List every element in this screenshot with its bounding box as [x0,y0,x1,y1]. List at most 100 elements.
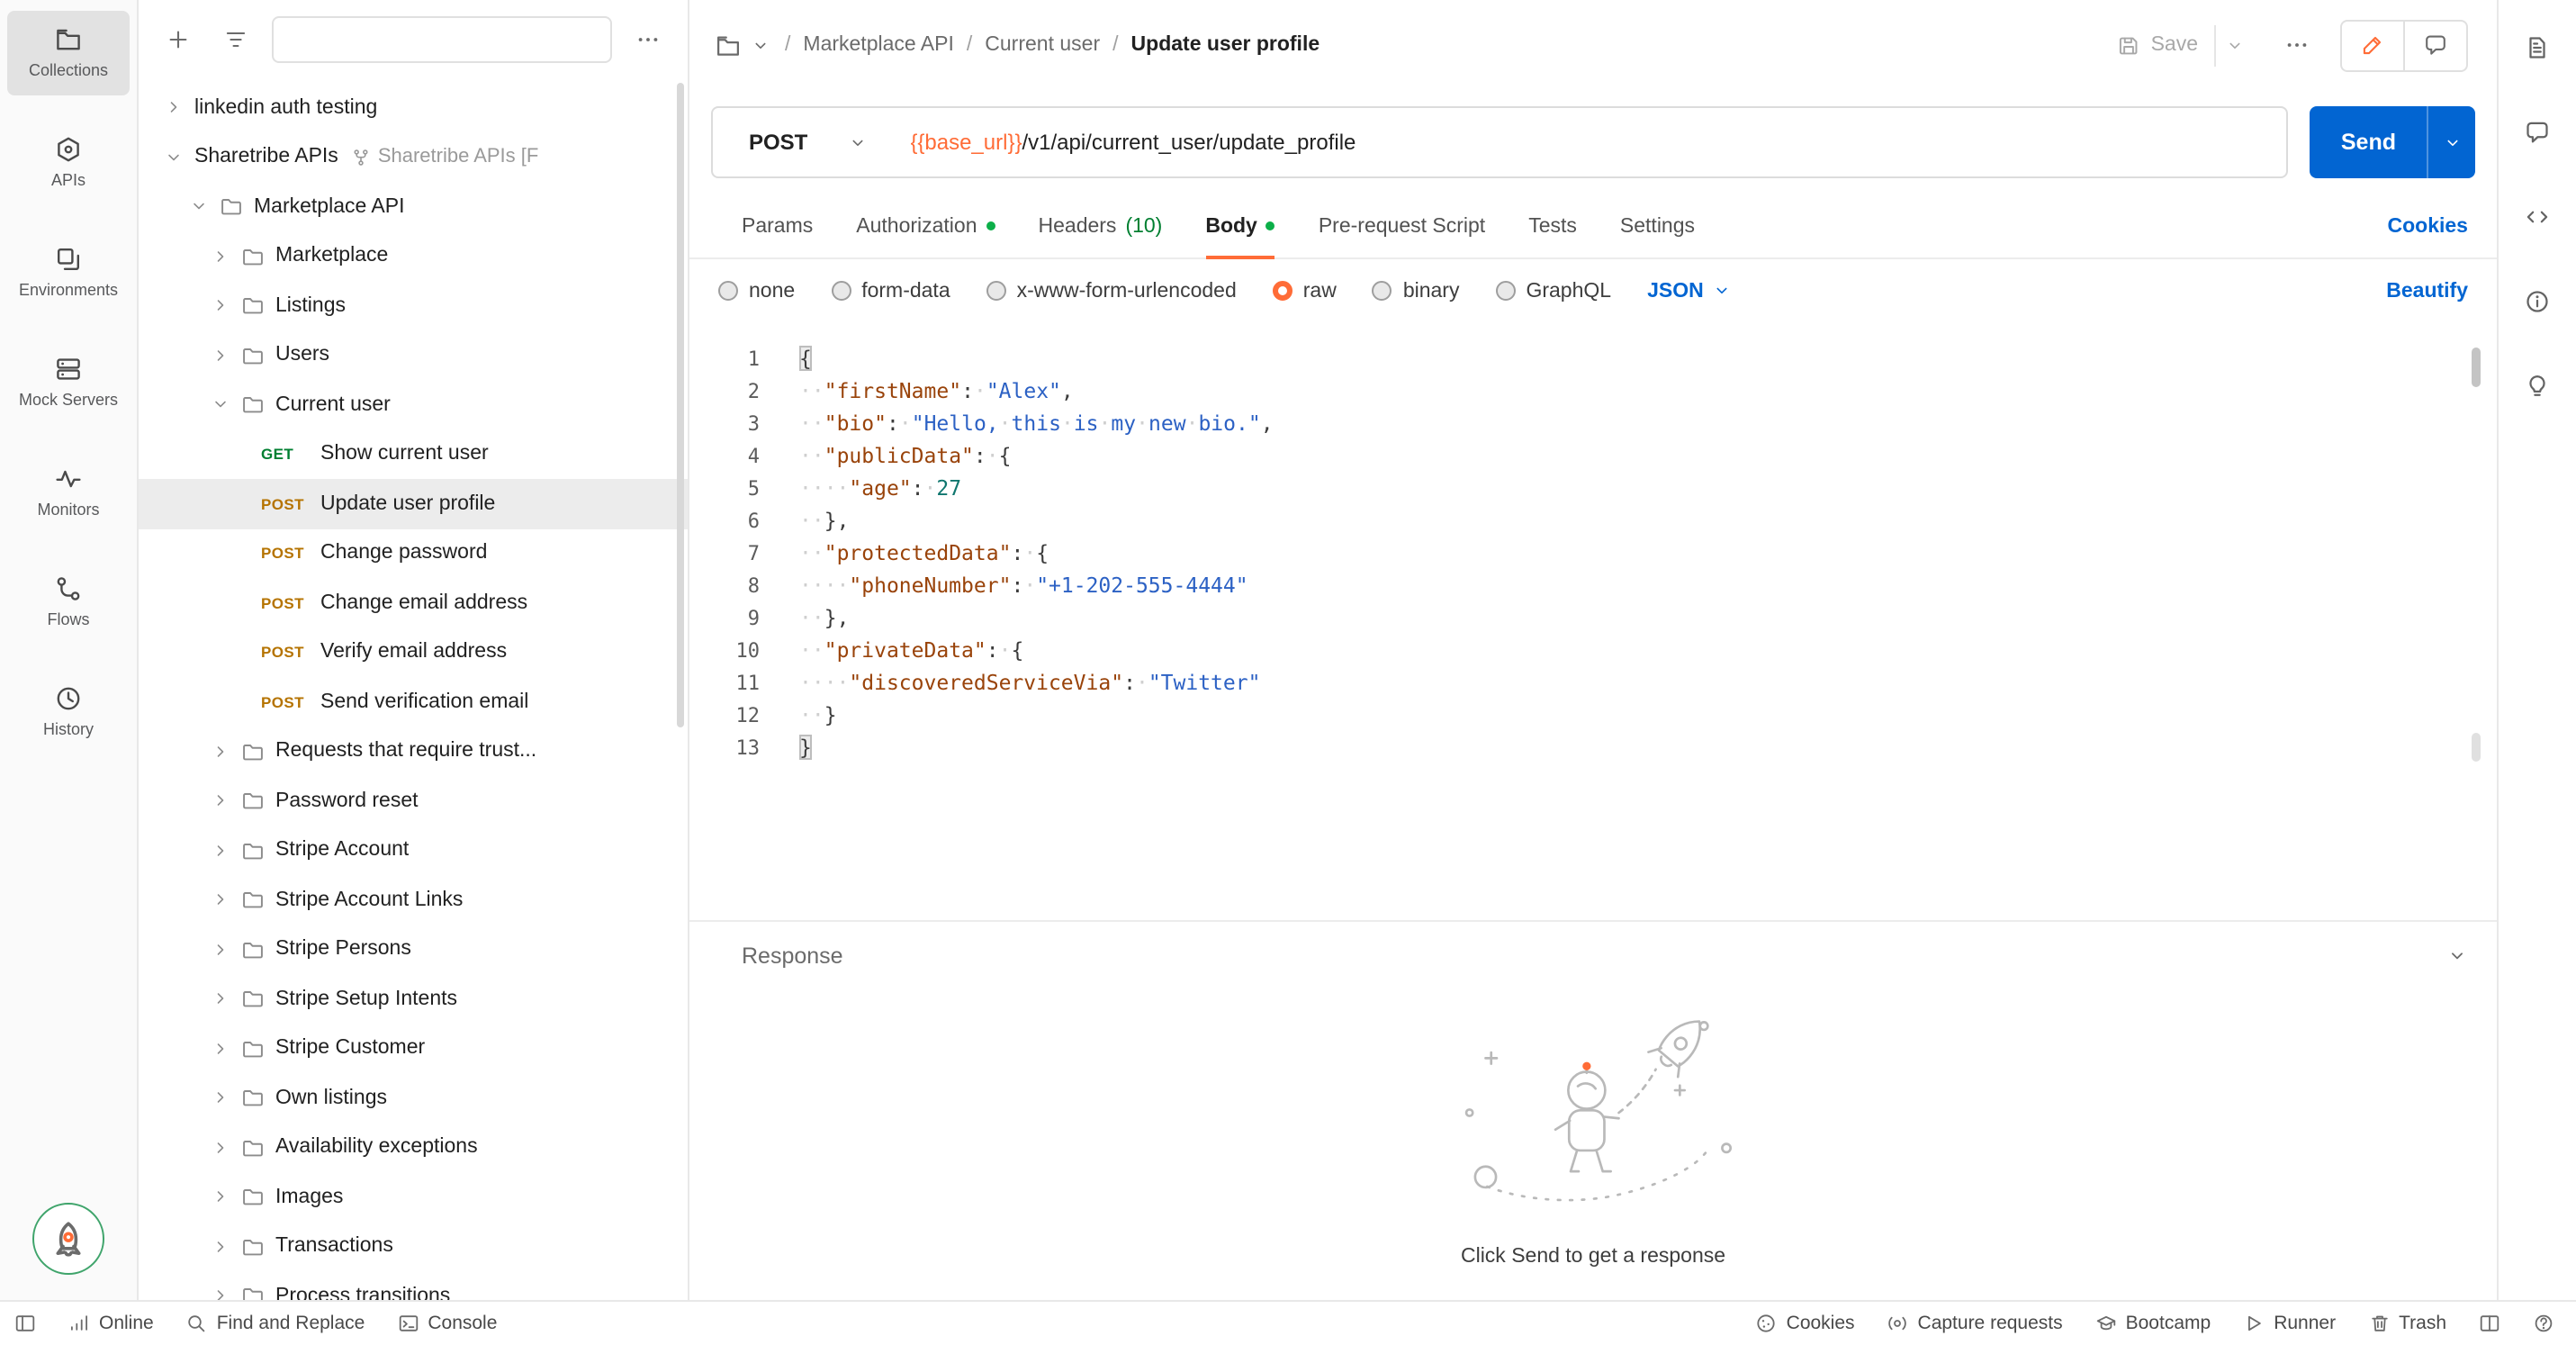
statusbar-trash[interactable]: Trash [2368,1313,2446,1334]
whitespace-dots: · [1135,670,1148,695]
cookies-link[interactable]: Cookies [2388,215,2469,237]
body-type-binary[interactable]: binary [1372,280,1459,302]
tree-item-linkedin-auth-testing[interactable]: linkedin auth testing [139,83,688,132]
code-snippet-button[interactable] [2521,200,2553,232]
editor-scrollbar[interactable] [2472,348,2481,387]
tree-item-marketplace[interactable]: Marketplace [139,231,688,281]
url-variable: {{base_url}} [910,130,1022,155]
collections-tree: linkedin auth testing Sharetribe APIs Shar… [139,79,688,1300]
response-header: Response [689,922,2497,990]
statusbar-capture-requests[interactable]: Capture requests [1887,1313,2063,1334]
sidebar-search-input[interactable] [272,16,612,63]
tree-item-stripe-account[interactable]: Stripe Account [139,826,688,875]
rail-item-environments[interactable]: Environments [7,230,130,315]
body-type-none[interactable]: none [718,280,795,302]
beautify-link[interactable]: Beautify [2386,280,2468,302]
rail-item-flows[interactable]: Flows [7,560,130,645]
whitespace-dots: · [1098,411,1112,436]
body-type-raw[interactable]: raw [1272,280,1337,302]
breadcrumb-item[interactable]: Current user [985,34,1100,56]
tree-item-stripe-persons[interactable]: Stripe Persons [139,925,688,974]
tree-item-sharetribe-apis[interactable]: Sharetribe APIs Sharetribe APIs [F [139,132,688,182]
fork-label: Sharetribe APIs [F [377,146,539,168]
learning-center-badge[interactable] [32,1203,104,1275]
tab-headers[interactable]: Headers (10) [1039,194,1163,257]
save-button[interactable]: Save [2101,24,2214,66]
statusbar-connection-status[interactable]: Online [68,1313,154,1334]
language-select[interactable]: JSON [1647,280,1733,302]
request-change-email-address[interactable]: POST Change email address [139,578,688,627]
tree-item-transactions[interactable]: Transactions [139,1222,688,1271]
request-update-user-profile[interactable]: POST Update user profile [139,479,688,528]
request-send-verification-email[interactable]: POST Send verification email [139,677,688,727]
tree-item-marketplace-api[interactable]: Marketplace API [139,182,688,231]
response-collapse-icon[interactable] [2446,945,2468,967]
tab-tests[interactable]: Tests [1528,194,1577,257]
tree-item-availability-exceptions[interactable]: Availability exceptions [139,1123,688,1172]
request-verify-email-address[interactable]: POST Verify email address [139,627,688,677]
tree-item-stripe-setup-intents[interactable]: Stripe Setup Intents [139,974,688,1024]
request-more-actions-button[interactable] [2275,23,2319,67]
folder-icon [241,1037,265,1061]
comments-button[interactable] [2405,21,2466,69]
tab-params[interactable]: Params [742,194,813,257]
statusbar-bootcamp[interactable]: Bootcamp [2095,1313,2211,1334]
token: : [1123,670,1136,695]
statusbar-help[interactable] [2533,1313,2554,1334]
tree-item-requests-that-require-trust[interactable]: Requests that require trust... [139,727,688,776]
body-type-form-data[interactable]: form-data [831,280,950,302]
new-item-button[interactable] [157,18,200,61]
tree-item-listings[interactable]: Listings [139,281,688,330]
url-input[interactable]: {{base_url}}/v1/api/current_user/update_… [910,130,1356,155]
method-select[interactable]: POST [713,130,910,155]
response-title: Response [742,943,843,969]
documentation-button[interactable] [2521,31,2553,63]
comments-button[interactable] [2521,115,2553,148]
statusbar-cookies[interactable]: Cookies [1756,1313,1855,1334]
body-type-x-www-form-urlencoded[interactable]: x-www-form-urlencoded [986,280,1237,302]
tree-item-password-reset[interactable]: Password reset [139,776,688,826]
chevron-right-icon [211,1039,230,1059]
edit-request-button[interactable] [2342,21,2403,69]
statusbar-runner[interactable]: Runner [2243,1313,2336,1334]
save-options-button[interactable] [2214,24,2254,66]
request-show-current-user[interactable]: GET Show current user [139,429,688,479]
tree-item-current-user[interactable]: Current user [139,380,688,429]
statusbar-find-and-replace[interactable]: Find and Replace [186,1313,365,1334]
tab-label: Params [742,215,814,237]
rail-item-collections[interactable]: Collections [7,11,130,95]
sidebar-scrollbar[interactable] [677,83,684,727]
filter-icon [223,27,248,52]
tree-item-images[interactable]: Images [139,1172,688,1222]
rail-item-apis[interactable]: APIs [7,121,130,205]
sidebar-toolbar [139,0,688,79]
filter-button[interactable] [214,18,257,61]
sidebar-more-button[interactable] [626,18,670,61]
send-button[interactable]: Send [2310,106,2427,178]
rail-item-monitors[interactable]: Monitors [7,450,130,535]
tab-settings[interactable]: Settings [1620,194,1695,257]
tree-item-own-listings[interactable]: Own listings [139,1073,688,1123]
request-change-password[interactable]: POST Change password [139,528,688,578]
breadcrumb-item[interactable]: Marketplace API [803,34,953,56]
send-options-button[interactable] [2427,106,2475,178]
info-button[interactable] [2521,284,2553,317]
rail-item-mock-servers[interactable]: Mock Servers [7,340,130,425]
body-type-graphql[interactable]: GraphQL [1495,280,1611,302]
tab-body[interactable]: Body [1205,194,1275,259]
statusbar-toggle-sidebar[interactable] [14,1313,36,1334]
rail-item-history[interactable]: History [7,670,130,754]
body-editor[interactable]: 1{2 ··"firstName":·"Alex", 3 ··"bio":·"Hell… [689,322,2497,920]
tree-item-stripe-account-links[interactable]: Stripe Account Links [139,875,688,925]
tree-item-process-transitions[interactable]: Process transitions [139,1271,688,1300]
tab-pre-request-script[interactable]: Pre-request Script [1319,194,1485,257]
tree-item-stripe-customer[interactable]: Stripe Customer [139,1024,688,1073]
tips-button[interactable] [2521,369,2553,402]
collection-caret-icon[interactable] [751,35,770,55]
tree-item-users[interactable]: Users [139,330,688,380]
statusbar-console[interactable]: Console [397,1313,497,1334]
tab-authorization[interactable]: Authorization [856,194,995,257]
breadcrumb-item[interactable]: Update user profile [1131,34,1320,56]
tree-item-label: Process transitions [275,1285,451,1301]
statusbar-two-pane-view[interactable] [2479,1313,2500,1334]
